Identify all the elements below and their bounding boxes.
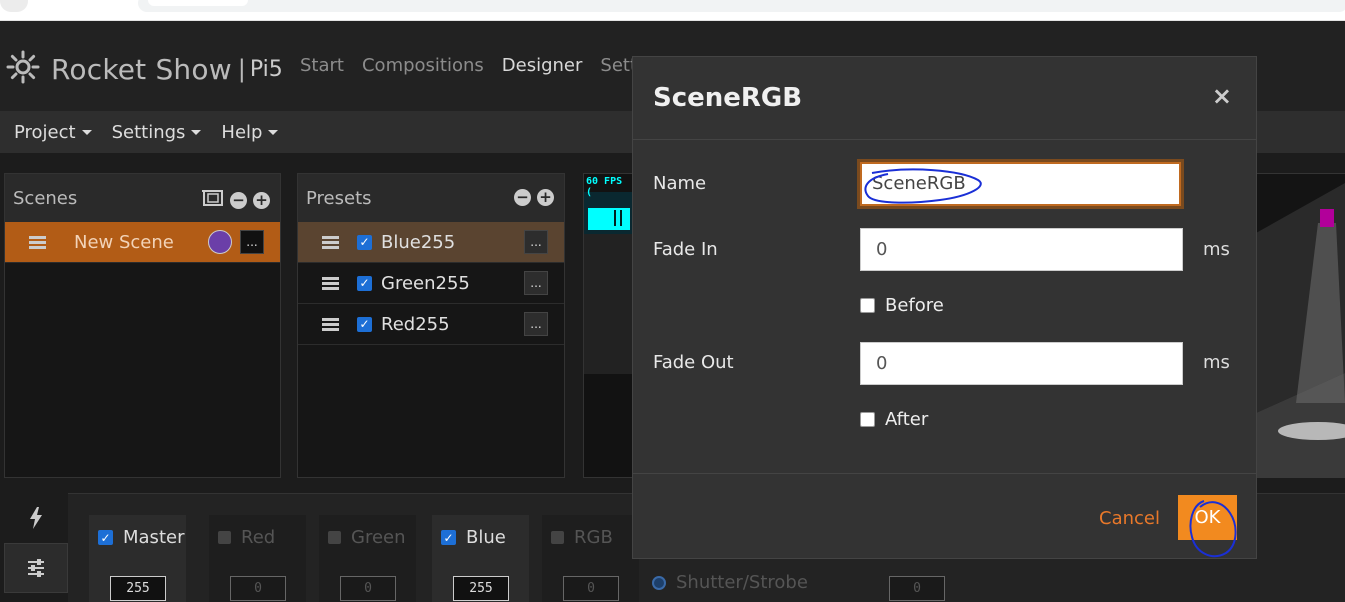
cancel-button[interactable]: Cancel (1099, 508, 1160, 529)
before-label: Before (885, 295, 944, 316)
fade-in-label: Fade In (653, 239, 718, 260)
scene-settings-dialog: SceneRGB × Name SceneRGB Fade In 0 ms Be… (632, 56, 1257, 559)
fade-out-input[interactable]: 0 (860, 342, 1183, 385)
after-checkbox-box[interactable] (860, 412, 875, 427)
ok-button-label: OK (1194, 507, 1221, 528)
name-input[interactable]: SceneRGB (857, 159, 1184, 209)
fade-in-input[interactable]: 0 (860, 228, 1183, 271)
fade-out-label: Fade Out (653, 352, 734, 373)
fade-out-unit: ms (1203, 352, 1230, 373)
before-checkbox-box[interactable] (860, 298, 875, 313)
ok-button[interactable]: OK (1178, 495, 1237, 540)
dialog-header: SceneRGB × (633, 57, 1256, 140)
after-label: After (885, 409, 929, 430)
after-checkbox[interactable]: After (860, 409, 928, 430)
before-checkbox[interactable]: Before (860, 295, 944, 316)
name-label: Name (653, 173, 707, 194)
fade-in-unit: ms (1203, 239, 1230, 260)
dialog-title: SceneRGB (653, 83, 803, 113)
dialog-footer: Cancel OK (633, 473, 1256, 559)
close-icon[interactable]: × (1212, 82, 1232, 110)
